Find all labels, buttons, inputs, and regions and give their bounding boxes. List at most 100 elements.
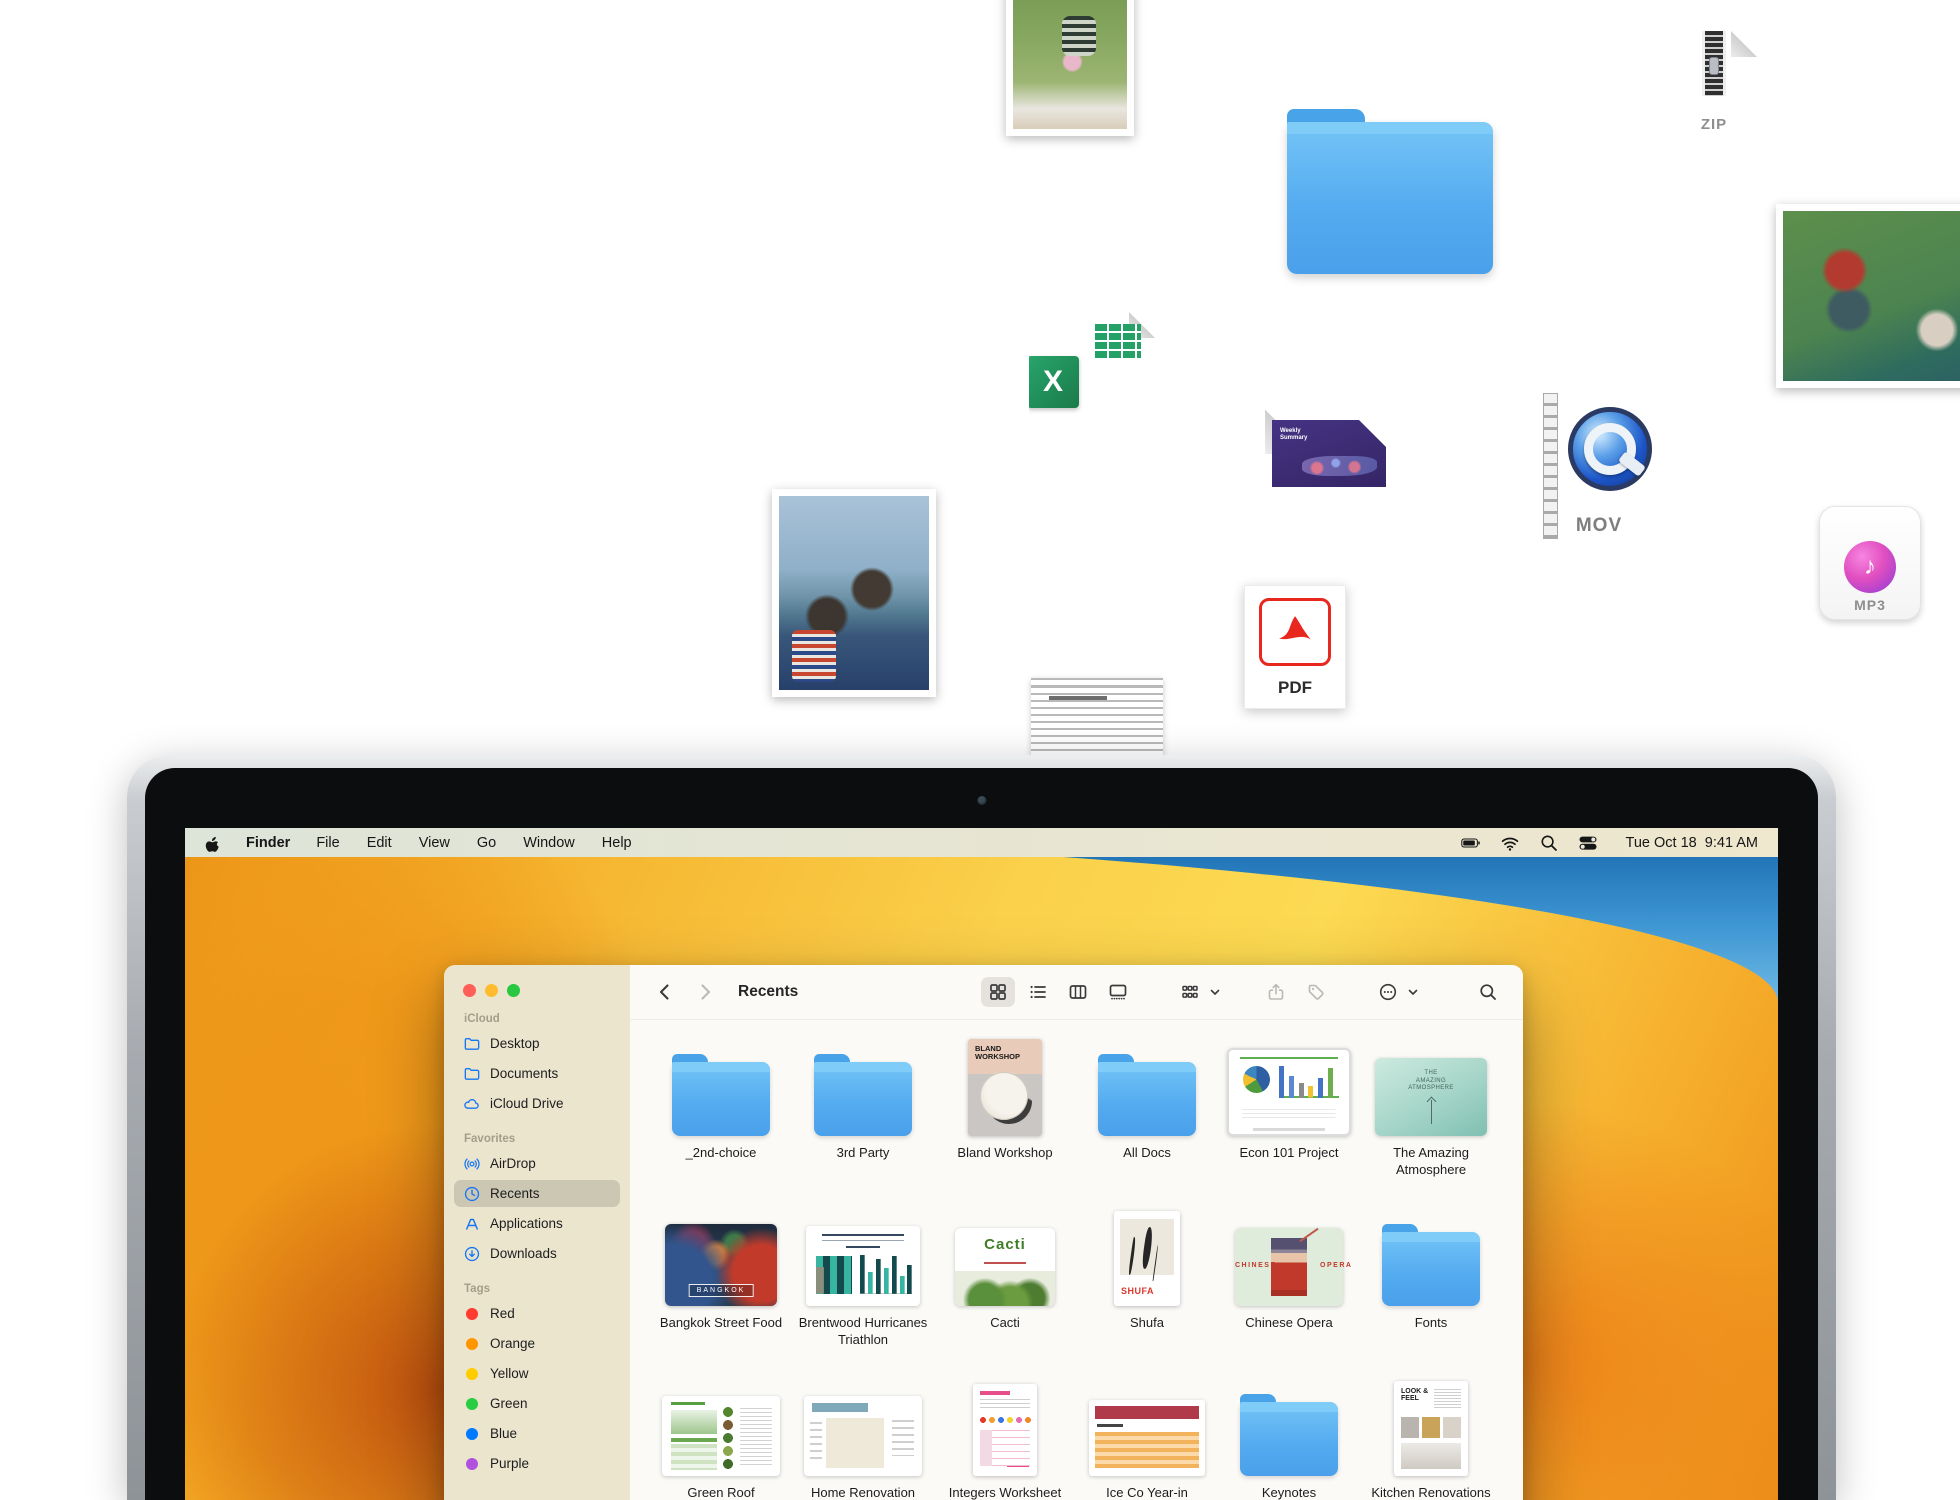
file-thumbnail <box>1227 1036 1351 1136</box>
menu-edit[interactable]: Edit <box>367 835 392 851</box>
menu-view[interactable]: View <box>419 835 450 851</box>
menu-window[interactable]: Window <box>523 835 575 851</box>
forward-button[interactable] <box>688 977 722 1007</box>
sidebar-item-documents[interactable]: Documents <box>454 1060 620 1087</box>
mp3-label: MP3 <box>1820 597 1920 613</box>
sidebar-item-green[interactable]: Green <box>454 1390 620 1417</box>
sidebar-sections: iCloudDesktopDocumentsiCloud DriveFavori… <box>454 1013 620 1477</box>
sidebar-item-red[interactable]: Red <box>454 1300 620 1327</box>
sidebar-item-label: Applications <box>490 1216 563 1231</box>
document-thumbnail: SHUFA <box>1114 1211 1180 1306</box>
mov-label: MOV <box>1534 515 1664 537</box>
folder-icon <box>1240 1402 1338 1476</box>
zoom-button[interactable] <box>507 984 520 997</box>
search-button[interactable] <box>1471 977 1505 1007</box>
zip-file-icon[interactable]: ZIP <box>1671 31 1757 143</box>
sidebar-item-label: Purple <box>490 1456 529 1471</box>
sidebar-item-icloud-drive[interactable]: iCloud Drive <box>454 1090 620 1117</box>
group-button[interactable] <box>1173 977 1207 1007</box>
folder-icon <box>1382 1232 1480 1306</box>
file-bland-workshop[interactable]: BLAND WORKSHOPBland Workshop <box>934 1036 1076 1206</box>
wifi-icon[interactable] <box>1500 834 1520 852</box>
minimize-button[interactable] <box>485 984 498 997</box>
view-grid-button[interactable] <box>981 977 1015 1007</box>
file-thumbnail <box>804 1376 922 1476</box>
file-all-docs[interactable]: All Docs <box>1076 1036 1218 1206</box>
sidebar-item-orange[interactable]: Orange <box>454 1330 620 1357</box>
share-button[interactable] <box>1259 977 1293 1007</box>
blue-folder[interactable] <box>1287 122 1493 274</box>
menu-file[interactable]: File <box>316 835 339 851</box>
file-green-roof[interactable]: Green Roof <box>650 1376 792 1500</box>
file-the-amazing-atmosphere[interactable]: THE AMAZING ATMOSPHEREThe Amazing Atmosp… <box>1360 1036 1502 1206</box>
photo-children-outdoor[interactable] <box>1776 204 1960 388</box>
file-fonts[interactable]: Fonts <box>1360 1206 1502 1376</box>
photo-detail <box>792 630 836 682</box>
menu-items: File Edit View Go Window Help <box>316 835 631 851</box>
file-keynotes[interactable]: Keynotes <box>1218 1376 1360 1500</box>
menu-help[interactable]: Help <box>602 835 632 851</box>
sidebar-item-blue[interactable]: Blue <box>454 1420 620 1447</box>
file-brentwood-hurricanes-triathlon[interactable]: Brentwood Hurricanes Triathlon <box>792 1206 934 1376</box>
sidebar-item-yellow[interactable]: Yellow <box>454 1360 620 1387</box>
file-thumbnail: Cacti <box>955 1206 1055 1306</box>
sidebar-item-recents[interactable]: Recents <box>454 1180 620 1207</box>
thumbnail-text: CHINESE OPERA <box>1235 1262 1343 1269</box>
file-cacti[interactable]: CactiCacti <box>934 1206 1076 1376</box>
document-thumbnail <box>1227 1048 1351 1136</box>
desktop: ZIP X Weekly Summary MOV ♪ MP3 <box>0 0 1960 1500</box>
back-button[interactable] <box>648 977 682 1007</box>
sidebar-item-label: AirDrop <box>490 1156 536 1171</box>
file-integers-worksheet[interactable]: Integers Worksheet <box>934 1376 1076 1500</box>
file-3rd-party[interactable]: 3rd Party <box>792 1036 934 1206</box>
sidebar-item-label: Orange <box>490 1336 535 1351</box>
sidebar-item-downloads[interactable]: Downloads <box>454 1240 620 1267</box>
file-label: Bland Workshop <box>957 1145 1052 1162</box>
weekly-summary-doc[interactable]: Weekly Summary <box>1265 410 1393 494</box>
sidebar-item-airdrop[interactable]: AirDrop <box>454 1150 620 1177</box>
mp3-file-icon[interactable]: ♪ MP3 <box>1819 506 1921 620</box>
photo-selfie[interactable] <box>772 489 936 697</box>
tags-button[interactable] <box>1299 977 1333 1007</box>
file-econ-101-project[interactable]: Econ 101 Project <box>1218 1036 1360 1206</box>
view-columns-button[interactable] <box>1061 977 1095 1007</box>
clock-icon <box>463 1185 481 1203</box>
sidebar-item-purple[interactable]: Purple <box>454 1450 620 1477</box>
photo-image <box>1783 211 1960 381</box>
apple-menu[interactable] <box>205 834 220 852</box>
file-label: Green Roof <box>687 1485 754 1500</box>
file-label: All Docs <box>1123 1145 1171 1162</box>
battery-icon[interactable] <box>1461 834 1481 852</box>
sidebar-section-icloud: iCloud <box>464 1013 620 1025</box>
view-gallery-button[interactable] <box>1101 977 1135 1007</box>
menu-go[interactable]: Go <box>477 835 496 851</box>
finder-main: Recents <box>630 965 1523 1500</box>
file-kitchen-renovations[interactable]: LOOK & FEELKitchen Renovations <box>1360 1376 1502 1500</box>
file-home-renovation[interactable]: Home Renovation <box>792 1376 934 1500</box>
file-thumbnail: SHUFA <box>1114 1206 1180 1306</box>
pdf-file-icon[interactable]: PDF <box>1244 585 1346 709</box>
file-shufa[interactable]: SHUFA Shufa <box>1076 1206 1218 1376</box>
excel-file-icon[interactable]: X <box>1029 312 1155 460</box>
menu-bar-status <box>1461 834 1598 852</box>
control-center-icon[interactable] <box>1578 834 1598 852</box>
app-menu-finder[interactable]: Finder <box>246 835 290 851</box>
mov-file-icon[interactable]: MOV <box>1534 385 1664 547</box>
file-chinese-opera[interactable]: CHINESE OPERAChinese Opera <box>1218 1206 1360 1376</box>
file-2nd-choice[interactable]: _2nd-choice <box>650 1036 792 1206</box>
spotlight-search-icon[interactable] <box>1539 834 1559 852</box>
file-label: Home Renovation <box>811 1485 915 1500</box>
close-button[interactable] <box>463 984 476 997</box>
file-thumbnail <box>1089 1376 1205 1476</box>
view-list-button[interactable] <box>1021 977 1055 1007</box>
file-label: Shufa <box>1130 1315 1164 1332</box>
sidebar-item-applications[interactable]: Applications <box>454 1210 620 1237</box>
sidebar-item-desktop[interactable]: Desktop <box>454 1030 620 1057</box>
file-ice-co-year-in[interactable]: Ice Co Year-in <box>1076 1376 1218 1500</box>
photo-child[interactable] <box>1006 0 1134 136</box>
more-button[interactable] <box>1371 977 1405 1007</box>
file-label: Bangkok Street Food <box>660 1315 782 1332</box>
menu-bar-clock[interactable]: Tue Oct 18 9:41 AM <box>1626 835 1758 851</box>
file-bangkok-street-food[interactable]: BANGKOKBangkok Street Food <box>650 1206 792 1376</box>
sidebar-item-label: Recents <box>490 1186 540 1201</box>
